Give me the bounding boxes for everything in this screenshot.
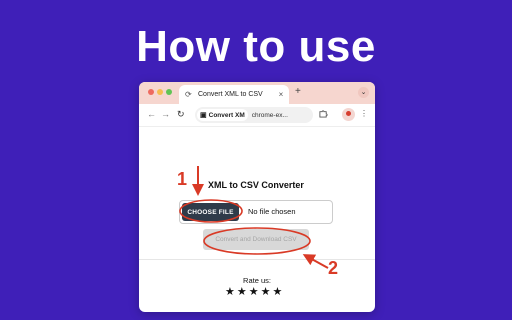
rate-label: Rate us: (243, 276, 271, 285)
address-bar[interactable]: ▣ Convert XM chrome-ex... (195, 107, 313, 123)
file-input[interactable]: CHOOSE FILE No file chosen (179, 200, 333, 224)
star-icon[interactable]: ★ (237, 287, 247, 298)
tab-convert-xml-to-csv[interactable]: ⟳ Convert XML to CSV × (179, 85, 289, 104)
choose-file-button[interactable]: CHOOSE FILE (182, 203, 239, 221)
extension-sync-icon: ⟳ (185, 89, 192, 99)
back-arrow-icon[interactable]: ← (147, 109, 156, 119)
tab-close-icon[interactable]: × (276, 90, 286, 99)
maximize-window-button[interactable] (166, 89, 172, 95)
new-tab-button[interactable]: + (295, 86, 301, 97)
browser-window: ⟳ Convert XML to CSV × + ⌄ ← → ↻ ▣ Conve… (139, 82, 375, 312)
extension-page: XML to CSV Converter CHOOSE FILE No file… (139, 126, 375, 312)
divider (139, 259, 375, 260)
tab-bar: ⟳ Convert XML to CSV × + ⌄ (139, 82, 375, 104)
step2-number: 2 (328, 258, 339, 278)
file-status-text: No file chosen (248, 207, 296, 216)
extensions-puzzle-icon[interactable] (319, 109, 328, 120)
star-icon[interactable]: ★ (225, 287, 235, 298)
profile-avatar[interactable] (342, 108, 355, 121)
page-title: XML to CSV Converter (208, 180, 304, 190)
star-icon[interactable]: ★ (273, 287, 283, 298)
reload-icon[interactable]: ↻ (177, 109, 185, 120)
more-menu-icon[interactable]: ⋮ (360, 109, 368, 118)
minimize-window-button[interactable] (157, 89, 163, 95)
star-icon[interactable]: ★ (249, 287, 259, 298)
site-info-chip[interactable]: ▣ Convert XM (197, 109, 248, 121)
close-window-button[interactable] (148, 89, 154, 95)
extension-page-icon: ▣ (200, 112, 207, 119)
star-icon[interactable]: ★ (261, 287, 271, 298)
forward-arrow-icon[interactable]: → (161, 109, 170, 119)
browser-toolbar: ← → ↻ ▣ Convert XM chrome-ex... ⋮ (139, 104, 375, 127)
rating-stars: ★ ★ ★ ★ ★ (225, 287, 282, 298)
address-url[interactable]: chrome-ex... (252, 112, 288, 119)
convert-download-button[interactable]: Convert and Download CSV (203, 229, 309, 250)
page-headline: How to use (136, 22, 376, 71)
tab-search-icon[interactable]: ⌄ (358, 87, 369, 98)
puzzle-icon-svg (319, 110, 328, 118)
step1-number: 1 (177, 169, 188, 189)
site-info-chip-label: Convert XM (208, 111, 245, 119)
tab-title: Convert XML to CSV (198, 91, 263, 98)
